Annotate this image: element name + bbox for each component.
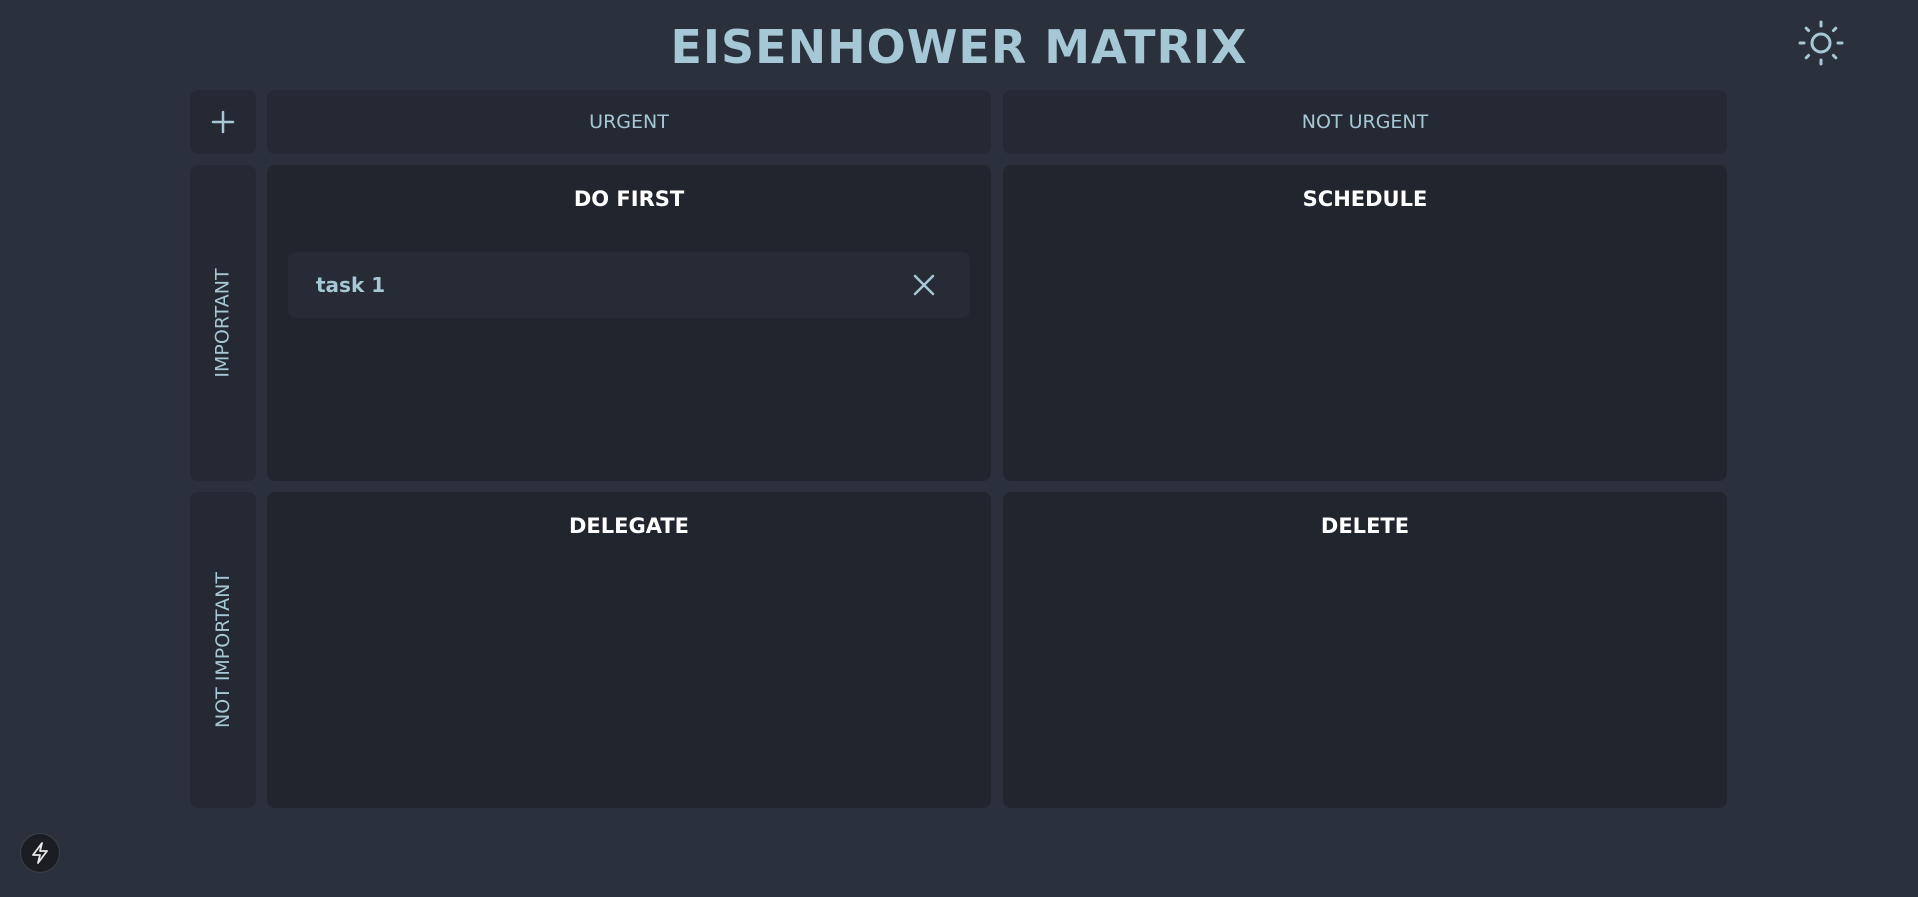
quadrant-delegate[interactable]: DELEGATE	[267, 492, 991, 808]
app-page: EISENHOWER MATRIX URGENT NOT URGENT IMPO…	[0, 0, 1918, 897]
column-header-not-urgent: NOT URGENT	[1003, 90, 1727, 154]
column-header-urgent-label: URGENT	[589, 111, 669, 133]
add-task-button[interactable]	[190, 90, 256, 154]
quadrant-schedule[interactable]: SCHEDULE	[1003, 165, 1727, 481]
theme-toggle-button[interactable]	[1797, 19, 1845, 67]
row-header-not-important: NOT IMPORTANT	[190, 492, 256, 808]
quadrant-title: DELETE	[1320, 514, 1410, 538]
dev-indicator-button[interactable]	[21, 834, 59, 872]
quadrant-title: SCHEDULE	[1302, 187, 1428, 211]
lightning-bolt-icon	[32, 842, 48, 864]
page-title: EISENHOWER MATRIX	[670, 20, 1248, 74]
task-label: task 1	[316, 273, 386, 297]
quadrant-title: DELEGATE	[568, 514, 690, 538]
sun-icon	[1798, 20, 1844, 66]
task-item[interactable]: task 1	[288, 252, 970, 318]
quadrant-title: DO FIRST	[573, 187, 685, 211]
quadrant-do-first[interactable]: DO FIRST task 1	[267, 165, 991, 481]
close-icon	[913, 274, 935, 296]
row-header-important: IMPORTANT	[190, 165, 256, 481]
quadrant-delete[interactable]: DELETE	[1003, 492, 1727, 808]
row-header-not-important-label: NOT IMPORTANT	[212, 572, 234, 728]
column-header-not-urgent-label: NOT URGENT	[1301, 111, 1429, 133]
column-header-urgent: URGENT	[267, 90, 991, 154]
row-header-important-label: IMPORTANT	[212, 268, 234, 378]
plus-icon	[211, 110, 235, 134]
remove-task-button[interactable]	[908, 269, 940, 301]
